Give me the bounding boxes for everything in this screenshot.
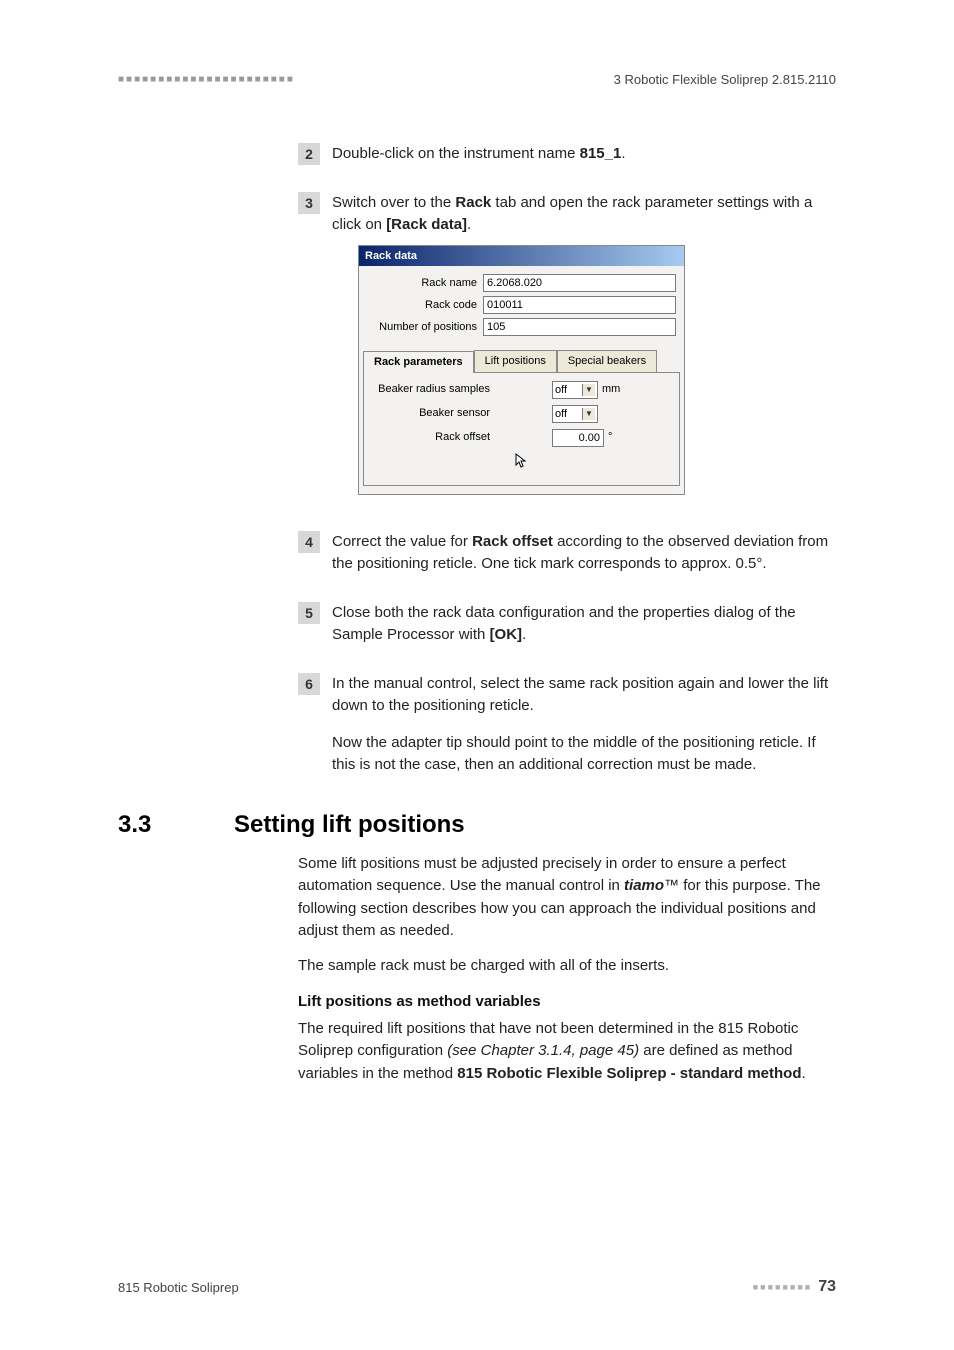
- step-6-result-text: Now the adapter tip should point to the …: [332, 732, 836, 777]
- bold-text: [Rack data]: [386, 216, 467, 233]
- text: In the manual control, select the same r…: [332, 675, 828, 715]
- step-6: 6 In the manual control, select the same…: [298, 673, 836, 777]
- bold-text: 815_1: [580, 145, 622, 162]
- bold-text: Rack: [455, 194, 491, 211]
- header-left-dashes: ■■■■■■■■■■■■■■■■■■■■■■: [118, 74, 295, 85]
- tab-panel-rack-parameters: Beaker radius samples off ▼ mm Beaker se…: [363, 372, 680, 486]
- step-5-text: Close both the rack data configuration a…: [332, 602, 836, 647]
- text: Close both the rack data configuration a…: [332, 604, 796, 644]
- section-heading: 3.3 Setting lift positions: [118, 811, 836, 839]
- header-chapter-title: 3 Robotic Flexible Soliprep 2.815.2110: [614, 72, 836, 87]
- step-2-text: Double-click on the instrument name 815_…: [332, 143, 626, 166]
- step-number-badge: 4: [298, 531, 320, 553]
- dropdown-value: off: [555, 407, 567, 421]
- tabs-bar: Rack parameters Lift positions Special b…: [363, 350, 680, 372]
- bold-text: [OK]: [490, 626, 523, 643]
- beaker-radius-label: Beaker radius samples: [370, 381, 498, 398]
- rack-offset-label: Rack offset: [370, 429, 498, 446]
- paragraph: The sample rack must be charged with all…: [298, 955, 836, 978]
- text: .: [621, 145, 625, 162]
- step-number-badge: 6: [298, 673, 320, 695]
- page: ■■■■■■■■■■■■■■■■■■■■■■ 3 Robotic Flexibl…: [0, 0, 954, 1350]
- text: Correct the value for: [332, 533, 472, 550]
- running-footer: 815 Robotic Soliprep ■■■■■■■■ 73: [118, 1278, 836, 1296]
- footer-product-name: 815 Robotic Soliprep: [118, 1280, 239, 1295]
- paragraph: The required lift positions that have no…: [298, 1018, 836, 1086]
- text: .: [802, 1065, 806, 1082]
- step-5: 5 Close both the rack data configuration…: [298, 602, 836, 647]
- subheading: Lift positions as method variables: [298, 991, 836, 1014]
- beaker-sensor-dropdown[interactable]: off ▼: [552, 405, 598, 423]
- cursor-icon: [514, 453, 673, 475]
- section-body: Some lift positions must be adjusted pre…: [298, 853, 836, 1086]
- text: .: [467, 216, 471, 233]
- step-number-badge: 5: [298, 602, 320, 624]
- num-positions-row: Number of positions 105: [367, 318, 676, 336]
- chevron-down-icon: ▼: [582, 384, 595, 396]
- rack-name-label: Rack name: [367, 275, 483, 292]
- page-number: 73: [818, 1278, 836, 1296]
- step-number-badge: 3: [298, 192, 320, 214]
- paragraph: Some lift positions must be adjusted pre…: [298, 853, 836, 943]
- unit-mm: mm: [602, 381, 620, 398]
- bold-text: 815 Robotic Flexible Soliprep - standard…: [457, 1065, 801, 1082]
- step-4-text: Correct the value for Rack offset accord…: [332, 531, 836, 576]
- bold-italic-text: tiamo: [624, 877, 664, 894]
- rack-code-row: Rack code 010011: [367, 296, 676, 314]
- dialog-titlebar: Rack data: [359, 246, 684, 267]
- italic-cross-reference: (see Chapter 3.1.4, page 45): [447, 1042, 639, 1059]
- step-3: 3 Switch over to the Rack tab and open t…: [298, 192, 836, 505]
- num-positions-label: Number of positions: [367, 319, 483, 336]
- rack-offset-row: Rack offset 0.00 °: [370, 429, 673, 447]
- dialog-form-area: Rack name 6.2068.020 Rack code 010011 Nu…: [359, 266, 684, 344]
- step-6-text: In the manual control, select the same r…: [332, 673, 836, 777]
- dropdown-value: off: [555, 383, 567, 397]
- text: Double-click on the instrument name: [332, 145, 580, 162]
- step-2: 2 Double-click on the instrument name 81…: [298, 143, 836, 166]
- bold-text: Rack offset: [472, 533, 553, 550]
- num-positions-field[interactable]: 105: [483, 318, 676, 336]
- rack-code-label: Rack code: [367, 297, 483, 314]
- step-list: 2 Double-click on the instrument name 81…: [298, 143, 836, 777]
- beaker-sensor-row: Beaker sensor off ▼: [370, 405, 673, 423]
- tab-lift-positions[interactable]: Lift positions: [474, 350, 557, 372]
- beaker-radius-dropdown[interactable]: off ▼: [552, 381, 598, 399]
- cursor-glyph-icon: [514, 453, 528, 469]
- beaker-sensor-label: Beaker sensor: [370, 405, 498, 422]
- step-number-badge: 2: [298, 143, 320, 165]
- text: .: [522, 626, 526, 643]
- rack-offset-field[interactable]: 0.00: [552, 429, 604, 447]
- step-4: 4 Correct the value for Rack offset acco…: [298, 531, 836, 576]
- rack-name-field[interactable]: 6.2068.020: [483, 274, 676, 292]
- trademark-symbol: ™: [664, 877, 679, 894]
- rack-code-field[interactable]: 010011: [483, 296, 676, 314]
- section-number: 3.3: [118, 811, 234, 839]
- step-3-text: Switch over to the Rack tab and open the…: [332, 192, 836, 505]
- rack-data-dialog: Rack data Rack name 6.2068.020 Rack code…: [358, 245, 685, 495]
- section-title: Setting lift positions: [234, 811, 465, 839]
- beaker-radius-row: Beaker radius samples off ▼ mm: [370, 381, 673, 399]
- footer-dashes: ■■■■■■■■: [753, 1282, 813, 1292]
- unit-degree: °: [608, 429, 612, 446]
- tab-rack-parameters[interactable]: Rack parameters: [363, 351, 474, 373]
- footer-right: ■■■■■■■■ 73: [753, 1278, 836, 1296]
- rack-name-row: Rack name 6.2068.020: [367, 274, 676, 292]
- chevron-down-icon: ▼: [582, 408, 595, 420]
- text: Switch over to the: [332, 194, 455, 211]
- running-header: ■■■■■■■■■■■■■■■■■■■■■■ 3 Robotic Flexibl…: [118, 72, 836, 87]
- tab-special-beakers[interactable]: Special beakers: [557, 350, 657, 372]
